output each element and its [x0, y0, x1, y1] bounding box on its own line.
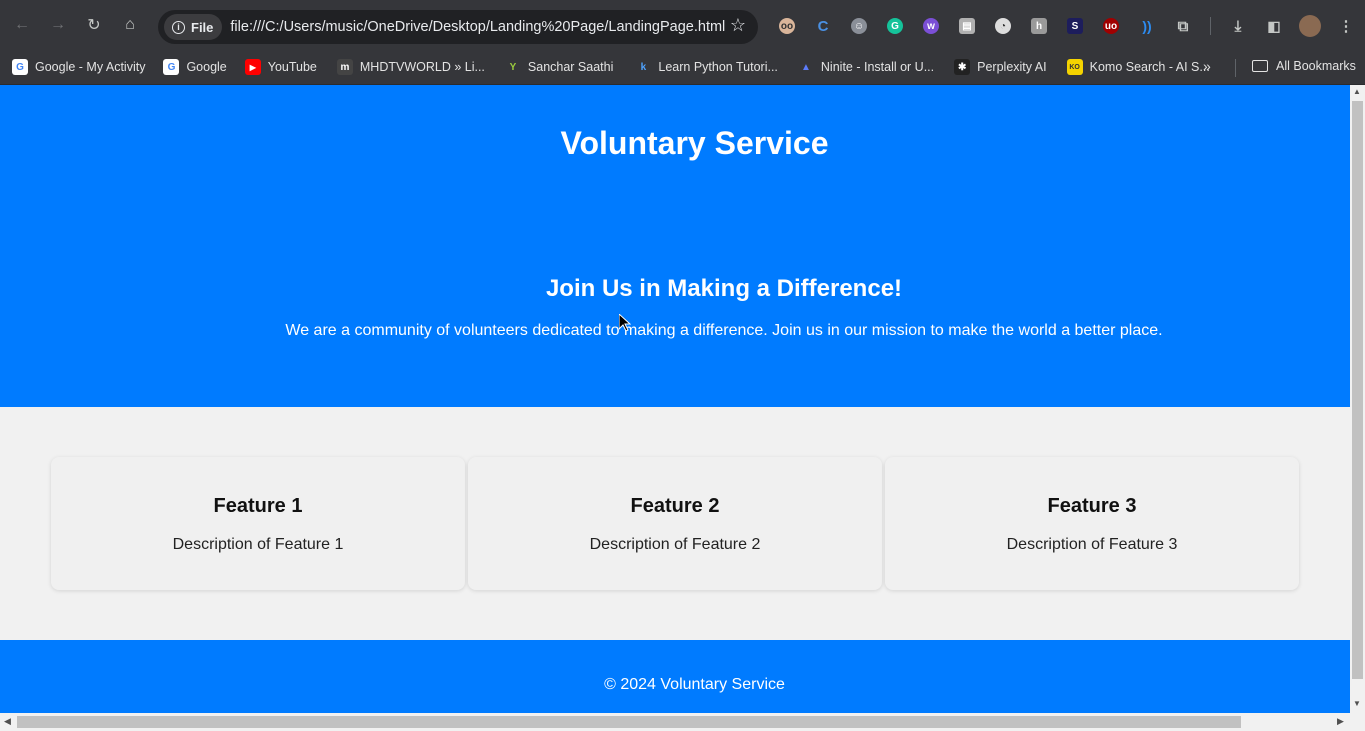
feature-description: Description of Feature 2 — [589, 536, 761, 553]
bookmark-item[interactable]: KO Komo Search - AI S... — [1066, 59, 1210, 75]
site-title: Voluntary Service — [560, 125, 829, 161]
ninite-icon: ▲ — [800, 61, 811, 73]
bookmark-item[interactable]: ▲ Ninite - Install or U... — [798, 59, 934, 75]
feature-description: Description of Feature 3 — [1006, 536, 1178, 553]
extension-robot-icon[interactable]: ☺ — [846, 13, 872, 39]
reload-icon[interactable]: ↻ — [80, 11, 108, 39]
extension-w-icon[interactable]: w — [918, 13, 944, 39]
all-bookmarks-label: All Bookmarks — [1276, 59, 1356, 73]
more-bookmarks-chevron-icon[interactable]: » — [1203, 58, 1211, 74]
vertical-scroll-thumb[interactable] — [1352, 101, 1363, 679]
bookmark-item[interactable]: k Learn Python Tutori... — [635, 59, 778, 75]
home-icon[interactable]: ⌂ — [116, 11, 144, 39]
feature-card: Feature 2 Description of Feature 2 — [468, 457, 882, 590]
footer-text: © 2024 Voluntary Service — [604, 676, 785, 693]
scroll-right-arrow-icon[interactable]: ▶ — [1337, 716, 1344, 727]
browser-window: ← → ↻ ⌂ i File file:///C:/Users/music/On… — [0, 0, 1365, 731]
bookmark-item[interactable]: G Google — [163, 59, 227, 75]
bookmarks-separator — [1235, 59, 1236, 77]
info-icon: i — [172, 20, 185, 34]
bookmark-star-icon[interactable]: ☆ — [730, 15, 746, 36]
page-footer: © 2024 Voluntary Service — [0, 640, 1350, 713]
extensions-row: oo C ☺ G w ▤ ◔ h S uo )) ⧉ ⤓ ◧ ⋮ — [774, 13, 1359, 39]
grammarly-icon[interactable]: G — [882, 13, 908, 39]
extension-s-icon[interactable]: S — [1062, 13, 1088, 39]
menu-kebab-icon[interactable]: ⋮ — [1333, 13, 1359, 39]
scroll-left-arrow-icon[interactable]: ◀ — [4, 716, 11, 727]
bookmark-item[interactable]: m MHDTVWORLD » Li... — [336, 59, 485, 75]
extensions-puzzle-icon[interactable]: ⧉ — [1170, 13, 1196, 39]
bookmark-item[interactable]: G Google - My Activity — [12, 59, 145, 75]
forward-icon[interactable]: → — [44, 11, 72, 39]
bookmark-item[interactable]: ✱ Perplexity AI — [954, 59, 1047, 75]
extension-gauge-icon[interactable]: ◔ — [990, 13, 1016, 39]
mouse-cursor-icon — [618, 312, 632, 337]
back-icon[interactable]: ← — [8, 11, 36, 39]
download-icon[interactable]: ⤓ — [1225, 13, 1251, 39]
mhdtvworld-icon: m — [336, 59, 353, 75]
extension-stack-icon[interactable]: ▤ — [954, 13, 980, 39]
scroll-down-arrow-icon[interactable]: ▼ — [1353, 699, 1361, 708]
bookmarks-bar: G Google - My Activity G Google ▶ YouTube m… — [0, 50, 1365, 85]
hero-heading: Join Us in Making a Difference! — [545, 275, 903, 302]
extension-eyes-icon[interactable]: oo — [774, 13, 800, 39]
scroll-up-arrow-icon[interactable]: ▲ — [1353, 87, 1361, 96]
side-panel-icon[interactable]: ◧ — [1261, 13, 1287, 39]
extension-wave-icon[interactable]: )) — [1134, 13, 1160, 39]
hero-section: Voluntary Service Join Us in Making a Di… — [0, 85, 1350, 407]
perplexity-icon: ✱ — [954, 59, 971, 75]
url-text[interactable]: file:///C:/Users/music/OneDrive/Desktop/… — [230, 19, 725, 35]
feature-description: Description of Feature 1 — [172, 536, 344, 553]
feature-title: Feature 3 — [1047, 495, 1137, 517]
profile-avatar[interactable] — [1297, 13, 1323, 39]
horizontal-scrollbar[interactable]: ◀ ▶ — [0, 713, 1365, 731]
ublock-icon[interactable]: uo — [1098, 13, 1124, 39]
youtube-icon: ▶ — [244, 59, 261, 75]
bookmark-item[interactable]: Y Sanchar Saathi — [505, 59, 614, 75]
feature-card: Feature 3 Description of Feature 3 — [885, 457, 1299, 590]
vertical-scrollbar[interactable]: ▲ ▼ — [1350, 85, 1365, 713]
site-info-chip[interactable]: i File — [164, 14, 223, 40]
feature-card: Feature 1 Description of Feature 1 — [51, 457, 465, 590]
hero-description: We are a community of volunteers dedicat… — [285, 322, 1163, 339]
learn-python-icon: k — [640, 61, 647, 73]
all-bookmarks-button[interactable]: All Bookmarks — [1252, 59, 1356, 73]
folder-icon — [1252, 60, 1268, 72]
bookmark-item[interactable]: ▶ YouTube — [244, 59, 317, 75]
horizontal-scroll-thumb[interactable] — [17, 716, 1241, 728]
toolbar-separator — [1210, 17, 1211, 35]
sanchar-saathi-icon: Y — [509, 61, 517, 73]
extension-c-icon[interactable]: C — [810, 13, 836, 39]
google-icon: G — [12, 59, 28, 75]
komo-icon: KO — [1066, 59, 1083, 75]
page-viewport: Voluntary Service Join Us in Making a Di… — [0, 85, 1350, 713]
feature-title: Feature 1 — [213, 495, 303, 517]
address-bar[interactable]: i File file:///C:/Users/music/OneDrive/D… — [158, 10, 758, 44]
features-section: Feature 1 Description of Feature 1 Featu… — [51, 457, 1299, 590]
site-info-label: File — [191, 19, 214, 35]
feature-title: Feature 2 — [630, 495, 720, 517]
browser-toolbar: ← → ↻ ⌂ i File file:///C:/Users/music/On… — [0, 0, 1365, 50]
extension-h-icon[interactable]: h — [1026, 13, 1052, 39]
google-icon: G — [163, 59, 180, 75]
